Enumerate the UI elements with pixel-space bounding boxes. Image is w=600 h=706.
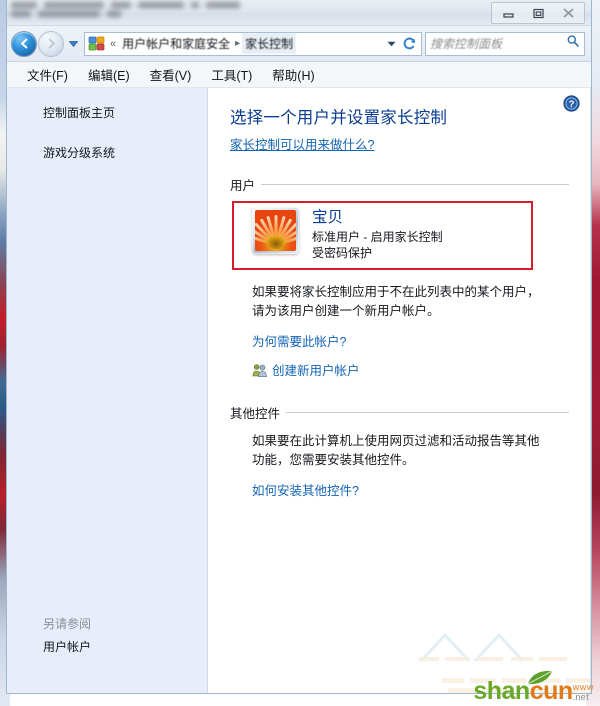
sunflower-avatar-icon: [255, 210, 296, 251]
menu-help[interactable]: 帮助(H): [262, 62, 324, 87]
what-is-parental-control-link[interactable]: 家长控制可以用来做什么?: [230, 134, 374, 153]
user-info: 宝贝 标准用户 - 启用家长控制 受密码保护: [312, 207, 443, 261]
back-button[interactable]: [11, 30, 37, 57]
main-content: ? 选择一个用户并设置家长控制 家长控制可以用来做什么? 用户 宝贝 标准用户 …: [208, 88, 591, 693]
breadcrumb-bar[interactable]: « 用户帐户和家庭安全 ▸ 家长控制: [84, 31, 422, 56]
recent-locations-button[interactable]: [65, 31, 81, 57]
breadcrumb-dropdown-icon[interactable]: [383, 38, 399, 49]
window-controls: [491, 2, 585, 24]
breadcrumb-item-current[interactable]: 家长控制: [242, 33, 297, 54]
menu-file[interactable]: 文件(F): [17, 62, 78, 87]
breadcrumb-overflow[interactable]: «: [107, 38, 119, 50]
help-icon[interactable]: ?: [563, 95, 580, 112]
page-title: 选择一个用户并设置家长控制: [230, 109, 448, 127]
user-row-baobei[interactable]: 宝贝 标准用户 - 启用家长控制 受密码保护: [230, 200, 569, 269]
control-panel-icon: [88, 35, 105, 52]
control-panel-window: « 用户帐户和家庭安全 ▸ 家长控制 搜索控制面板 文件(F) 编辑(E) 查看…: [6, 0, 592, 694]
sidebar-item-game-rating-system[interactable]: 游戏分级系统: [7, 142, 207, 165]
search-box[interactable]: 搜索控制面板: [425, 31, 585, 56]
window-titlebar[interactable]: [7, 0, 591, 26]
menu-tools[interactable]: 工具(T): [201, 62, 262, 87]
other-controls-label: 其他控件: [230, 407, 281, 421]
other-controls-divider: [286, 412, 569, 413]
address-bar: « 用户帐户和家庭安全 ▸ 家长控制 搜索控制面板: [7, 26, 591, 62]
breadcrumb-item-parent[interactable]: 用户帐户和家庭安全: [119, 33, 233, 54]
user-account-type: 标准用户 - 启用家长控制: [312, 230, 443, 244]
refresh-button[interactable]: [399, 36, 419, 51]
forward-button[interactable]: [38, 30, 64, 57]
avatar[interactable]: [252, 207, 299, 254]
faint-watermark: [419, 632, 567, 663]
close-button[interactable]: [554, 4, 582, 22]
maximize-button[interactable]: [524, 4, 552, 22]
window-body: 控制面板主页 游戏分级系统 另请参阅 用户帐户 ? 选择一个用户并设置家长控制 …: [7, 88, 591, 693]
users-section-header: 用户: [230, 175, 569, 194]
how-to-install-link[interactable]: 如何安装其他控件?: [230, 480, 569, 499]
sidebar-item-user-accounts[interactable]: 用户帐户: [7, 636, 207, 659]
avatar-flower-core: [265, 236, 286, 250]
menu-bar: 文件(F) 编辑(E) 查看(V) 工具(T) 帮助(H): [7, 62, 591, 88]
user-password-status: 受密码保护: [312, 246, 373, 260]
how-to-install-label: 如何安装其他控件?: [252, 484, 359, 498]
menu-edit[interactable]: 编辑(E): [78, 62, 140, 87]
other-controls-paragraph: 如果要在此计算机上使用网页过滤和活动报告等其他功能，您需要安装其他控件。: [252, 434, 540, 467]
create-new-account-link[interactable]: 创建新用户帐户: [230, 360, 569, 379]
why-need-account-link[interactable]: 为何需要此帐户?: [230, 331, 569, 350]
window-title-obscured: [11, 2, 241, 24]
search-icon[interactable]: [566, 34, 580, 53]
sidebar-item-control-panel-home[interactable]: 控制面板主页: [7, 102, 207, 125]
search-input[interactable]: 搜索控制面板: [430, 35, 566, 52]
why-need-account-label: 为何需要此帐户?: [252, 335, 347, 349]
users-icon: [252, 362, 268, 378]
users-list: 宝贝 标准用户 - 启用家长控制 受密码保护: [230, 200, 569, 270]
users-section-divider: [261, 184, 569, 185]
see-also-heading: 另请参阅: [43, 617, 92, 631]
minimize-button[interactable]: [494, 4, 522, 22]
users-section: 用户 宝贝 标准用户 - 启用家长控制 受密码保护: [230, 175, 569, 270]
svg-text:?: ?: [569, 99, 575, 110]
menu-view[interactable]: 查看(V): [140, 62, 202, 87]
other-controls-header: 其他控件: [230, 403, 569, 422]
create-new-account-label: 创建新用户帐户: [272, 364, 360, 378]
breadcrumb-separator-icon[interactable]: ▸: [233, 38, 242, 49]
content-right-edge: [590, 88, 591, 693]
other-controls-section: 其他控件 如果要在此计算机上使用网页过滤和活动报告等其他功能，您需要安装其他控件…: [230, 403, 569, 499]
user-name[interactable]: 宝贝: [312, 208, 443, 227]
sidebar: 控制面板主页 游戏分级系统 另请参阅 用户帐户: [7, 88, 208, 693]
sidebar-see-also: 另请参阅 用户帐户: [7, 613, 207, 693]
add-user-paragraph: 如果要将家长控制应用于不在此列表中的某个用户，请为该用户创建一个新用户帐户。: [252, 285, 540, 318]
users-section-label: 用户: [230, 179, 256, 193]
